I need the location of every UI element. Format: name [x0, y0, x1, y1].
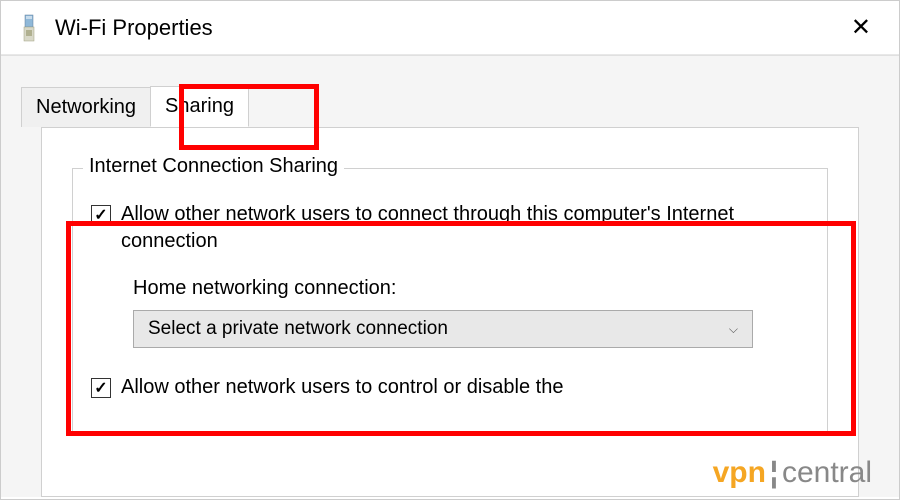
window-title: Wi-Fi Properties: [55, 15, 839, 41]
allow-connect-row: Allow other network users to connect thr…: [91, 201, 809, 255]
properties-window: Wi-Fi Properties ✕ Networking Sharing In…: [0, 0, 900, 500]
home-networking-section: Home networking connection: Select a pri…: [133, 277, 809, 348]
allow-control-checkbox[interactable]: [91, 378, 111, 398]
tab-networking[interactable]: Networking: [21, 87, 151, 127]
home-networking-dropdown[interactable]: Select a private network connection ⌵: [133, 310, 753, 348]
watermark-vpn: vpn: [713, 456, 766, 489]
tab-sharing[interactable]: Sharing: [150, 86, 249, 127]
home-networking-label: Home networking connection:: [133, 277, 809, 300]
watermark: vpn¦central: [713, 456, 872, 490]
wifi-adapter-icon: [17, 12, 41, 44]
allow-control-label: Allow other network users to control or …: [121, 374, 563, 401]
allow-connect-label: Allow other network users to connect thr…: [121, 201, 809, 255]
dropdown-value: Select a private network connection: [148, 318, 448, 340]
ics-groupbox: Internet Connection Sharing Allow other …: [72, 168, 828, 434]
tab-content: Internet Connection Sharing Allow other …: [41, 127, 859, 497]
chevron-down-icon: ⌵: [729, 322, 738, 337]
watermark-central: central: [782, 456, 872, 489]
titlebar: Wi-Fi Properties ✕: [1, 1, 899, 55]
groupbox-title: Internet Connection Sharing: [83, 155, 344, 178]
allow-control-row: Allow other network users to control or …: [91, 374, 809, 401]
allow-connect-checkbox[interactable]: [91, 205, 111, 225]
tab-strip: Networking Sharing Internet Connection S…: [1, 55, 899, 497]
close-button[interactable]: ✕: [839, 9, 883, 46]
watermark-separator-icon: ¦: [766, 456, 782, 490]
